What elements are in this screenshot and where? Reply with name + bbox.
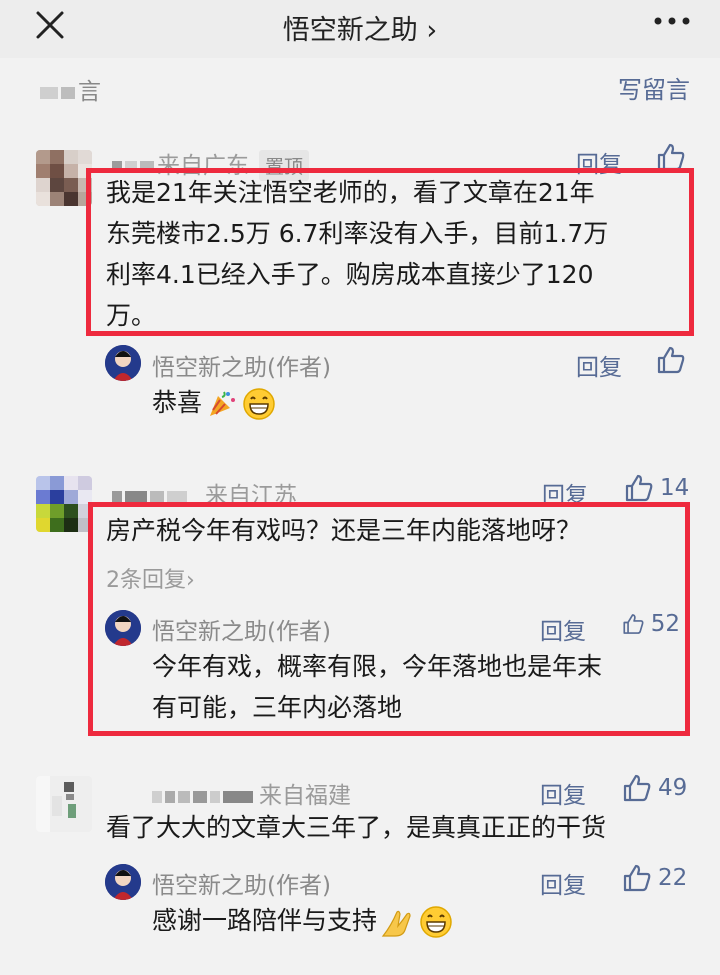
comment-text-line: 东莞楼市2.5万 6.7利率没有入手，目前1.7万	[106, 219, 609, 248]
avatar[interactable]	[36, 150, 92, 206]
comment-text: 我是21年关注悟空老师的，看了文章在21年 东莞楼市2.5万 6.7利率没有入手…	[106, 172, 608, 336]
comment-text-line: 房产税今年有戏吗？还是三年内能落地呀？	[106, 516, 582, 545]
comment-location: 来自福建	[259, 783, 351, 809]
thumbs-up-icon	[625, 474, 653, 502]
blurred-text	[150, 490, 164, 503]
page-title[interactable]: 悟空新之助 ›	[0, 8, 720, 47]
like-button[interactable]	[656, 345, 686, 375]
write-comment-button[interactable]: 写留言	[618, 70, 690, 105]
thumbs-up-icon	[657, 346, 685, 374]
blurred-text	[193, 790, 207, 803]
author-avatar[interactable]	[105, 345, 141, 381]
party-popper-icon	[210, 391, 236, 416]
blurred-text	[210, 790, 220, 803]
like-count: 49	[658, 775, 688, 801]
blurred-text	[61, 86, 75, 99]
author-reply-text: 今年有戏，概率有限，今年落地也是年末 有可能，三年内必落地	[152, 646, 602, 728]
blurred-text	[40, 86, 58, 99]
grinning-face-icon	[420, 906, 452, 938]
author-reply-text-line: 恭喜	[152, 388, 203, 417]
like-count: 22	[658, 865, 688, 891]
blurred-text	[152, 790, 162, 803]
like-count: 52	[650, 611, 680, 637]
comment-nickname: 来自福建	[152, 776, 351, 810]
author-reply-text-line: 有可能，三年内必落地	[152, 693, 403, 722]
blurred-text	[167, 490, 187, 503]
author-avatar[interactable]	[105, 864, 141, 900]
more-replies-link[interactable]: 2条回复›	[106, 562, 195, 594]
thumbs-up-icon	[623, 614, 644, 634]
more-icon[interactable]	[652, 14, 692, 28]
avatar[interactable]	[36, 776, 92, 832]
comment-text-line: 我是21年关注悟空老师的，看了文章在21年	[106, 178, 595, 207]
comment-text: 看了大大的文章大三年了，是真真正正的干货	[106, 807, 606, 848]
comments-heading: 言	[40, 72, 101, 106]
reply-button[interactable]: 回复	[540, 866, 586, 900]
like-button[interactable]: 22	[622, 863, 687, 893]
comment-text-line: 利率4.1已经入手了。购房成本直接少了120	[106, 260, 594, 289]
comment-text: 房产税今年有戏吗？还是三年内能落地呀？	[106, 510, 581, 551]
avatar[interactable]	[36, 476, 92, 532]
thumbs-up-icon	[623, 774, 651, 802]
author-avatar[interactable]	[105, 610, 141, 646]
comment-text-line: 看了大大的文章大三年了，是真真正正的干货	[106, 813, 607, 842]
like-count: 14	[660, 475, 690, 501]
top-bar: 悟空新之助 ›	[0, 0, 720, 58]
comments-heading-label: 言	[78, 79, 101, 105]
reply-button[interactable]: 回复	[540, 612, 586, 646]
comment-text-line: 万。	[106, 301, 157, 330]
author-reply-text: 感谢一路陪伴与支持	[152, 900, 453, 941]
author-reply-text-line: 感谢一路陪伴与支持	[152, 906, 378, 935]
author-reply-text-line: 今年有戏，概率有限，今年落地也是年末	[152, 652, 603, 681]
folded-hands-icon	[381, 910, 411, 937]
reply-button[interactable]: 回复	[540, 776, 586, 810]
blurred-text	[165, 790, 175, 803]
author-name: 悟空新之助(作者)	[152, 619, 331, 645]
reply-button[interactable]: 回复	[576, 348, 622, 382]
blurred-text	[125, 490, 147, 503]
like-button[interactable]: 49	[622, 773, 687, 803]
like-button[interactable]: 14	[624, 473, 689, 503]
thumbs-up-icon	[623, 864, 651, 892]
author-name: 悟空新之助(作者)	[152, 355, 331, 381]
like-button[interactable]: 52	[622, 609, 680, 639]
blurred-text	[178, 790, 190, 803]
author-reply-text: 恭喜	[152, 382, 276, 423]
grinning-face-icon	[243, 388, 275, 420]
blurred-text	[223, 790, 253, 803]
blurred-text	[112, 490, 122, 503]
author-name: 悟空新之助(作者)	[152, 873, 331, 899]
